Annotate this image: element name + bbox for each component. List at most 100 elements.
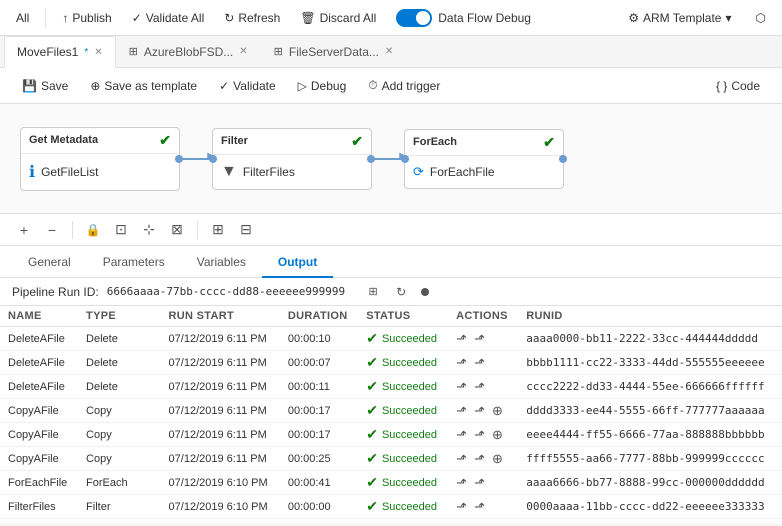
cell-type-3: Copy xyxy=(78,399,161,423)
add-trigger-button[interactable]: ⏱ Add trigger xyxy=(358,74,450,97)
table-row: CopyAFile Copy 07/12/2019 6:11 PM 00:00:… xyxy=(0,399,782,423)
action-input-icon-4[interactable]: ⬏ xyxy=(456,427,467,442)
tab-variables[interactable]: Variables xyxy=(181,246,262,278)
maximize-button[interactable]: ⬡ xyxy=(748,7,774,29)
tab-movefiles-close[interactable]: ✕ xyxy=(94,47,102,58)
cell-duration-3: 00:00:17 xyxy=(280,399,358,423)
cell-actions-3: ⬏ ⬏ ⊕ xyxy=(448,399,518,423)
toggle-switch[interactable] xyxy=(396,9,432,27)
tab-movefiles[interactable]: MoveFiles1 * ✕ xyxy=(4,36,116,68)
pipeline-run-id-value: 6666aaaa-77bb-cccc-dd88-eeeeee999999 xyxy=(107,285,345,298)
cell-run-start-1: 07/12/2019 6:11 PM xyxy=(161,351,280,375)
node-get-metadata[interactable]: Get Metadata ✔ ℹ GetFileList xyxy=(20,127,180,191)
canvas-lock-button[interactable]: 🔒 xyxy=(81,218,105,242)
canvas-grid-button[interactable]: ⊟ xyxy=(234,218,258,242)
col-runid: RUNID xyxy=(518,306,782,327)
canvas-select-button[interactable]: ⊹ xyxy=(137,218,161,242)
tab-output[interactable]: Output xyxy=(262,246,333,278)
action-output-icon-6[interactable]: ⬏ xyxy=(474,475,485,490)
refresh-button[interactable]: ↻ Refresh xyxy=(216,7,288,29)
discard-all-label: Discard All xyxy=(320,11,377,25)
tab-azureblob[interactable]: ⊞ AzureBlobFSD... ✕ xyxy=(116,36,261,68)
refresh-run-button[interactable]: ↻ xyxy=(389,280,413,304)
debug-label: Debug xyxy=(311,79,346,93)
validate-all-label: Validate All xyxy=(146,11,204,25)
all-button[interactable]: All xyxy=(8,7,37,29)
table-container[interactable]: NAME TYPE RUN START DURATION STATUS ACTI… xyxy=(0,306,782,524)
canvas-add-button[interactable]: + xyxy=(12,218,36,242)
action-input-icon-8[interactable]: ⬏ xyxy=(456,523,467,525)
action-input-icon-0[interactable]: ⬏ xyxy=(456,331,467,346)
canvas-select2-button[interactable]: ⊠ xyxy=(165,218,189,242)
tab-movefiles-label: MoveFiles1 xyxy=(17,45,78,59)
action-link-icon-5[interactable]: ⊕ xyxy=(492,451,503,466)
cell-type-6: ForEach xyxy=(78,471,161,495)
copy-run-id-button[interactable]: ⊞ xyxy=(361,280,385,304)
node-foreach-output-port[interactable] xyxy=(559,155,567,163)
action-input-icon-1[interactable]: ⬏ xyxy=(456,355,467,370)
action-input-icon-7[interactable]: ⬏ xyxy=(456,499,467,514)
action-input-icon-5[interactable]: ⬏ xyxy=(456,451,467,466)
data-flow-debug-toggle[interactable]: Data Flow Debug xyxy=(396,9,531,27)
arm-chevron-icon: ▾ xyxy=(725,11,731,25)
canvas-layout-button[interactable]: ⊞ xyxy=(206,218,230,242)
tab-azureblob-close[interactable]: ✕ xyxy=(239,46,247,57)
add-trigger-icon: ⏱ xyxy=(368,78,377,93)
validate-icon: ✓ xyxy=(219,79,229,93)
arm-template-button[interactable]: ⚙ ARM Template ▾ xyxy=(620,7,739,29)
cell-actions-4: ⬏ ⬏ ⊕ xyxy=(448,423,518,447)
tab-fileserver[interactable]: ⊞ FileServerData... ✕ xyxy=(261,36,407,68)
action-output-icon-1[interactable]: ⬏ xyxy=(474,355,485,370)
tab-fileserver-close[interactable]: ✕ xyxy=(385,46,393,57)
cell-run-start-6: 07/12/2019 6:10 PM xyxy=(161,471,280,495)
publish-button[interactable]: ↑ Publish xyxy=(54,7,119,29)
action-link-icon-3[interactable]: ⊕ xyxy=(492,403,503,418)
table-body: DeleteAFile Delete 07/12/2019 6:11 PM 00… xyxy=(0,327,782,525)
cell-duration-7: 00:00:00 xyxy=(280,495,358,519)
status-text: Succeeded xyxy=(382,357,437,369)
action-output-icon-7[interactable]: ⬏ xyxy=(474,499,485,514)
tab-parameters[interactable]: Parameters xyxy=(87,246,181,278)
tab-general[interactable]: General xyxy=(12,246,87,278)
validate-all-icon: ✓ xyxy=(132,11,142,25)
table-header: NAME TYPE RUN START DURATION STATUS ACTI… xyxy=(0,306,782,327)
all-label: All xyxy=(16,11,29,25)
action-output-icon-4[interactable]: ⬏ xyxy=(474,427,485,442)
canvas-fit-button[interactable]: ⊡ xyxy=(109,218,133,242)
arrow-1: ▶ xyxy=(182,158,210,160)
action-input-icon-6[interactable]: ⬏ xyxy=(456,475,467,490)
debug-button[interactable]: ▷ Debug xyxy=(288,75,357,97)
cell-run-start-4: 07/12/2019 6:11 PM xyxy=(161,423,280,447)
action-output-icon-0[interactable]: ⬏ xyxy=(474,331,485,346)
validate-button[interactable]: ✓ Validate xyxy=(209,75,286,97)
action-output-icon-5[interactable]: ⬏ xyxy=(474,451,485,466)
save-button[interactable]: 💾 Save xyxy=(12,75,78,97)
node-filter[interactable]: Filter ✔ ▼ FilterFiles xyxy=(212,128,372,190)
cell-name-3: CopyAFile xyxy=(0,399,78,423)
action-input-icon-2[interactable]: ⬏ xyxy=(456,379,467,394)
node-foreach-input-port[interactable] xyxy=(401,155,409,163)
connector-line-2: ▶ xyxy=(374,158,402,160)
cell-runid-5: ffff5555-aa66-7777-88bb-999999cccccc xyxy=(518,447,782,471)
run-bar-icons: ⊞ ↻ xyxy=(361,280,429,304)
node-filter-body: ▼ FilterFiles xyxy=(213,155,371,189)
action-output-icon-3[interactable]: ⬏ xyxy=(474,403,485,418)
tab-output-label: Output xyxy=(278,255,317,269)
cell-runid-2: cccc2222-dd33-4444-55ee-666666ffffff xyxy=(518,375,782,399)
action-link-icon-4[interactable]: ⊕ xyxy=(492,427,503,442)
canvas-sep1 xyxy=(72,221,73,239)
table-row: CopyAFile Copy 07/12/2019 6:11 PM 00:00:… xyxy=(0,423,782,447)
action-output-icon-2[interactable]: ⬏ xyxy=(474,379,485,394)
tab-parameters-label: Parameters xyxy=(103,255,165,269)
save-as-template-button[interactable]: ⊕ Save as template xyxy=(80,75,207,97)
action-input-icon-3[interactable]: ⬏ xyxy=(456,403,467,418)
connector-line-1: ▶ xyxy=(182,158,210,160)
discard-all-button[interactable]: 🗑 Discard All xyxy=(292,7,384,29)
validate-all-button[interactable]: ✓ Validate All xyxy=(124,7,213,29)
node-foreach[interactable]: ForEach ✔ ⟳ ForEachFile xyxy=(404,129,564,189)
canvas-remove-button[interactable]: − xyxy=(40,218,64,242)
node-filter-input-port[interactable] xyxy=(209,155,217,163)
action-output-icon-8[interactable]: ⬏ xyxy=(474,523,485,525)
code-button[interactable]: { } Code xyxy=(706,75,770,97)
cell-actions-7: ⬏ ⬏ xyxy=(448,495,518,519)
